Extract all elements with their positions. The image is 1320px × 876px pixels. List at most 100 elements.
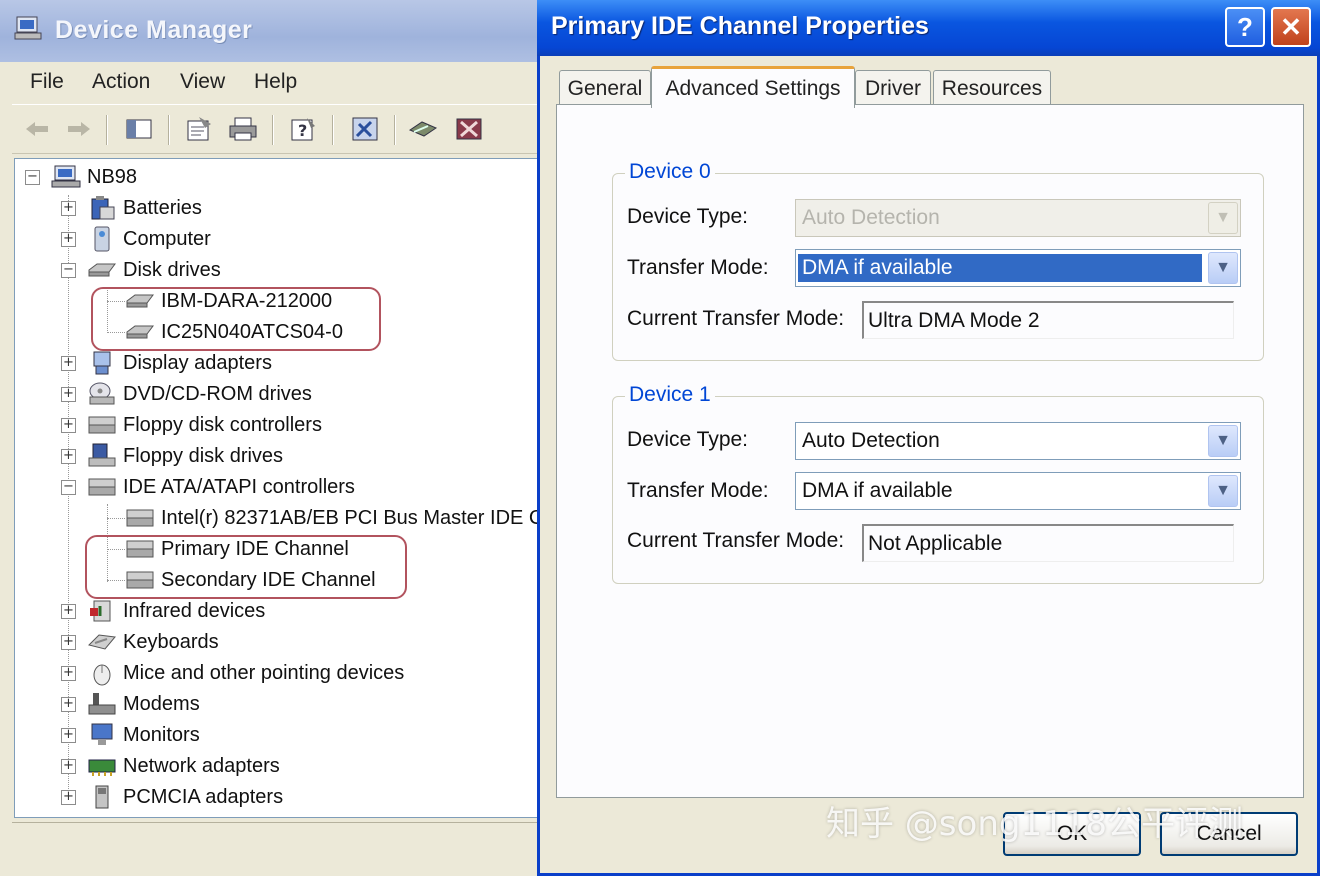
tree-item-modems[interactable]: Modems [87,689,200,719]
tab-advanced-settings[interactable]: Advanced Settings [651,66,855,108]
dialog-title: Primary IDE Channel Properties [551,12,929,40]
show-hide-tree-icon[interactable] [124,115,154,143]
device-0-current-mode-field: Ultra DMA Mode 2 [862,301,1234,339]
device-0-current-mode-value: Ultra DMA Mode 2 [868,308,1040,332]
update-driver-icon[interactable] [408,115,438,143]
device-tree[interactable]: − NB98 + Batteries + Computer − Disk dri… [14,158,538,818]
menu-view[interactable]: View [180,70,225,94]
tree-item-monitors[interactable]: Monitors [87,720,200,750]
expand-pcmcia-toggle[interactable]: + [61,790,76,805]
monitor-icon [87,722,117,748]
print-icon[interactable] [228,115,258,143]
device-manager-titlebar[interactable]: Device Manager [0,0,548,62]
disk-drive-icon [87,257,117,283]
menu-help[interactable]: Help [254,70,297,94]
toolbar-separator [332,115,334,145]
tree-item-mice[interactable]: Mice and other pointing devices [87,658,404,688]
menu-bar: File Action View Help [12,62,548,102]
help-title-button[interactable]: ? [1225,7,1265,47]
display-adapter-icon [87,350,117,376]
device-manager-title: Device Manager [55,16,253,44]
menu-file[interactable]: File [30,70,64,94]
pcmcia-icon [87,784,117,810]
tree-item-label: Network adapters [123,754,280,777]
expand-modems-toggle[interactable]: + [61,697,76,712]
tree-item-intel-pci-bus-master-ide[interactable]: Intel(r) 82371AB/EB PCI Bus Master IDE C… [125,503,537,533]
tree-item-label: Floppy disk drives [123,444,284,467]
expand-network-toggle[interactable]: + [61,759,76,774]
chevron-down-icon[interactable]: ▼ [1208,252,1238,284]
computer-icon [87,226,117,252]
device-manager-app-icon [14,15,44,48]
back-icon[interactable] [22,115,52,143]
chevron-down-icon[interactable]: ▼ [1208,425,1238,457]
device-0-transfer-mode-select[interactable]: DMA if available ▼ [795,249,1241,287]
menu-action[interactable]: Action [92,70,150,94]
expand-infrared-toggle[interactable]: + [61,604,76,619]
tree-item-label: Monitors [123,723,200,746]
device-1-transfer-mode-select[interactable]: DMA if available ▼ [795,472,1241,510]
expand-keyboards-toggle[interactable]: + [61,635,76,650]
computer-root-icon [51,164,81,190]
tree-item-display-adapters[interactable]: Display adapters [87,348,272,378]
expand-dvd-cd-rom-toggle[interactable]: + [61,387,76,402]
device-1-current-mode-field: Not Applicable [862,524,1234,562]
tree-item-label: Display adapters [123,351,272,374]
device-0-group-label: Device 0 [625,160,715,184]
scan-hardware-icon[interactable] [350,115,380,143]
advanced-settings-panel: Device 0 Device Type: Auto Detection ▼ T… [556,104,1304,798]
tree-item-label: DVD/CD-ROM drives [123,382,312,405]
battery-icon [87,195,117,221]
tree-item-pcmcia-adapters[interactable]: PCMCIA adapters [87,782,283,812]
properties-icon[interactable] [184,115,214,143]
controller-icon [87,412,117,438]
expand-display-adapters-toggle[interactable]: + [61,356,76,371]
chevron-down-icon[interactable]: ▼ [1208,475,1238,507]
mouse-icon [87,660,117,686]
tree-item-label: Modems [123,692,200,715]
tree-item-label: IDE ATA/ATAPI controllers [123,475,355,498]
uninstall-icon[interactable] [454,115,484,143]
close-title-button[interactable]: ✕ [1271,7,1311,47]
device-0-type-label: Device Type: [627,205,749,228]
chevron-down-icon: ▼ [1208,202,1238,234]
collapse-disk-drives-toggle[interactable]: − [61,263,76,278]
tree-item-dvd-cd-rom-drives[interactable]: DVD/CD-ROM drives [87,379,312,409]
cd-drive-icon [87,381,117,407]
svg-text:?: ? [298,121,307,140]
tree-item-label: Intel(r) 82371AB/EB PCI Bus Master IDE C… [161,506,537,529]
tab-driver[interactable]: Driver [855,70,931,106]
tree-item-label: PCMCIA adapters [123,785,284,808]
expand-floppy-controllers-toggle[interactable]: + [61,418,76,433]
tree-item-ide-ata-atapi-controllers[interactable]: IDE ATA/ATAPI controllers [87,472,355,502]
tree-item-label: Batteries [123,196,202,219]
dialog-titlebar[interactable]: Primary IDE Channel Properties ? ✕ [537,0,1320,56]
expand-mice-toggle[interactable]: + [61,666,76,681]
status-bar [12,822,548,862]
collapse-ide-controllers-toggle[interactable]: − [61,480,76,495]
watermark: 知乎 @song1118公平评测 [826,804,1243,844]
tree-item-infrared-devices[interactable]: Infrared devices [87,596,265,626]
forward-icon[interactable] [64,115,94,143]
tree-item-floppy-disk-drives[interactable]: Floppy disk drives [87,441,283,471]
tree-item-network-adapters[interactable]: Network adapters [87,751,280,781]
expand-computer-toggle[interactable]: + [61,232,76,247]
tree-item-floppy-disk-controllers[interactable]: Floppy disk controllers [87,410,322,440]
help-icon[interactable]: ? [288,115,318,143]
tree-item-computer[interactable]: Computer [87,224,211,254]
tree-root-nb98[interactable]: NB98 [51,162,137,192]
tab-resources[interactable]: Resources [933,70,1051,106]
tab-general[interactable]: General [559,70,651,106]
tree-item-batteries[interactable]: Batteries [87,193,202,223]
controller-icon [87,474,117,500]
collapse-root-toggle[interactable]: − [25,170,40,185]
expand-floppy-drives-toggle[interactable]: + [61,449,76,464]
toolbar-separator [394,115,396,145]
device-1-type-select[interactable]: Auto Detection ▼ [795,422,1241,460]
device-1-current-mode-value: Not Applicable [868,531,1003,555]
expand-monitors-toggle[interactable]: + [61,728,76,743]
tree-item-label: Keyboards [123,630,219,653]
expand-batteries-toggle[interactable]: + [61,201,76,216]
tree-item-keyboards[interactable]: Keyboards [87,627,219,657]
tree-item-disk-drives[interactable]: Disk drives [87,255,221,285]
